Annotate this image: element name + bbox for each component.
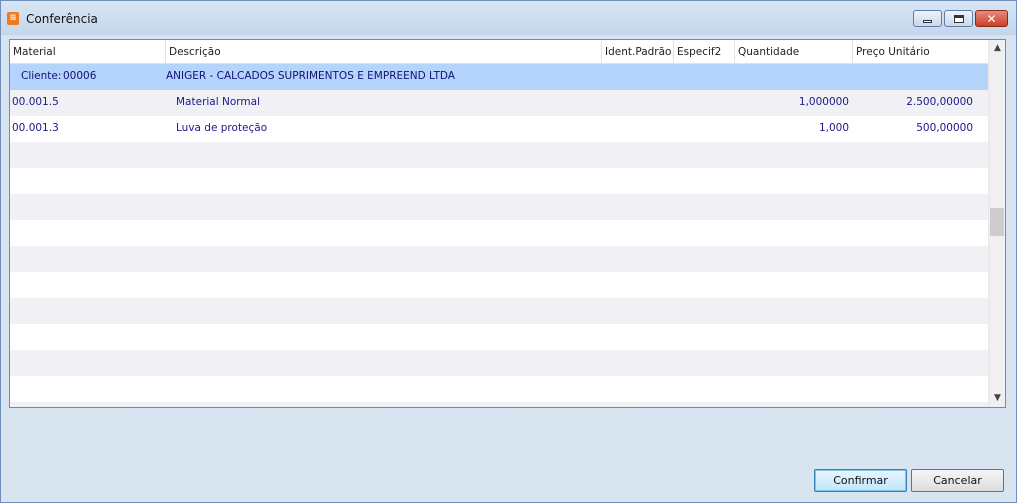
empty-row (10, 272, 989, 298)
cell-descricao: Luva de proteção (176, 122, 268, 134)
maximize-button[interactable] (944, 10, 973, 27)
cancel-button[interactable]: Cancelar (911, 469, 1004, 492)
grid-header: Material Descrição Ident.Padrão Especif2… (10, 40, 989, 64)
cell-material: 00.001.5 (12, 96, 59, 108)
close-icon: ✕ (986, 11, 997, 26)
column-header-quantidade[interactable]: Quantidade (735, 40, 853, 64)
conferencia-window: ≡ Conferência ✕ Material Descrição Ident… (0, 0, 1017, 503)
empty-row (10, 246, 989, 272)
cell-preco: 2.500,00000 (906, 96, 973, 108)
empty-row (10, 220, 989, 246)
column-header-ident-padrao[interactable]: Ident.Padrão (602, 40, 674, 64)
column-header-especif2[interactable]: Especif2 (674, 40, 735, 64)
empty-row (10, 402, 989, 407)
empty-row (10, 142, 989, 168)
cell-quantidade: 1,000000 (798, 96, 849, 108)
group-label: Cliente: (21, 70, 62, 82)
column-header-descricao[interactable]: Descrição (166, 40, 602, 64)
scroll-down-icon[interactable]: ▼ (989, 390, 1005, 407)
table-row[interactable]: 00.001.3 Luva de proteção 1,000 500,0000… (10, 116, 989, 142)
vertical-scrollbar[interactable]: ▲ ▼ (988, 40, 1005, 407)
table-row[interactable]: 00.001.5 Material Normal 1,000000 2.500,… (10, 90, 989, 116)
empty-row (10, 376, 989, 402)
cell-quantidade: 1,000 (818, 122, 849, 134)
window-controls: ✕ (913, 10, 1008, 27)
column-header-material[interactable]: Material (10, 40, 166, 64)
window-title: Conferência (26, 12, 98, 26)
scrollbar-thumb[interactable] (990, 208, 1004, 236)
cell-descricao: Material Normal (176, 96, 260, 108)
empty-row (10, 168, 989, 194)
empty-row (10, 350, 989, 376)
empty-row (10, 324, 989, 350)
close-button[interactable]: ✕ (975, 10, 1008, 27)
conferencia-grid[interactable]: Material Descrição Ident.Padrão Especif2… (9, 39, 1006, 408)
minimize-icon (923, 20, 932, 23)
group-row-client[interactable]: Cliente: 00006 ANIGER - CALCADOS SUPRIME… (10, 64, 989, 90)
app-logo-icon: ≡ (7, 12, 19, 25)
cell-material: 00.001.3 (12, 122, 59, 134)
column-header-preco-unitario[interactable]: Preço Unitário (853, 40, 989, 64)
confirm-button[interactable]: Confirmar (814, 469, 907, 492)
minimize-button[interactable] (913, 10, 942, 27)
scroll-up-icon[interactable]: ▲ (989, 40, 1005, 57)
cell-preco: 500,00000 (916, 122, 973, 134)
group-client-code: 00006 (63, 70, 97, 82)
title-bar[interactable]: ≡ Conferência ✕ (1, 1, 1016, 35)
maximize-icon (953, 14, 964, 23)
group-client-name: ANIGER - CALCADOS SUPRIMENTOS E EMPREEND… (166, 70, 455, 82)
empty-row (10, 194, 989, 220)
empty-row (10, 298, 989, 324)
